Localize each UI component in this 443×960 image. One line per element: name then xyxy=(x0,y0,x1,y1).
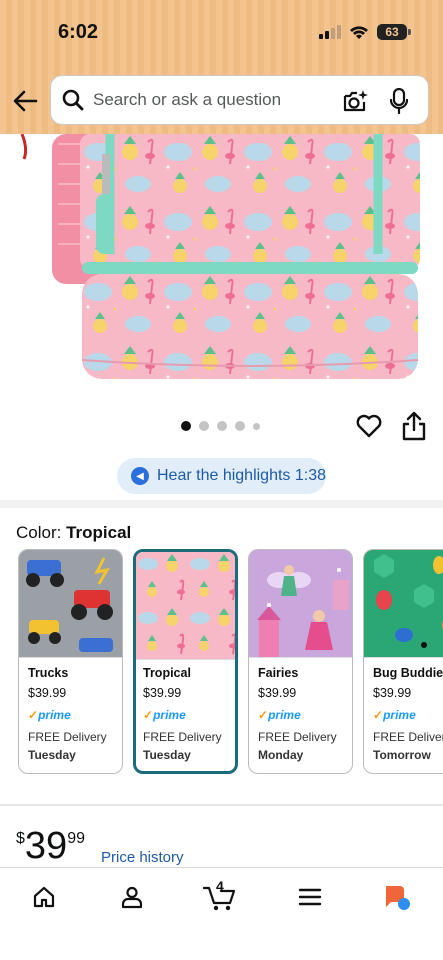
prime-check-icon: ✓ xyxy=(143,708,154,722)
swatch-delivery-day: Tomorrow xyxy=(373,748,431,762)
color-prefix: Color: xyxy=(16,523,67,542)
back-button[interactable] xyxy=(10,86,40,116)
wishlist-button[interactable] xyxy=(355,412,383,440)
back-arrow-icon xyxy=(13,90,38,112)
color-swatch-list: Trucks $39.99 ✓prime FREE Delivery Tuesd… xyxy=(18,549,443,774)
swatch-delivery: FREE Delivery xyxy=(143,730,222,744)
person-icon xyxy=(121,886,143,909)
wifi-icon xyxy=(350,25,368,39)
swatch-delivery: FREE Delivery xyxy=(258,730,337,744)
prime-label: prime xyxy=(38,708,71,722)
swatch-thumbnail xyxy=(19,550,122,658)
search-bar[interactable] xyxy=(50,75,429,125)
app-header: 6:02 63 xyxy=(0,0,443,134)
swatch-name: Tropical xyxy=(143,666,191,680)
signal-icon xyxy=(319,25,341,39)
battery-icon: 63 xyxy=(377,24,411,40)
section-divider xyxy=(0,804,443,806)
swatch-name: Fairies xyxy=(258,666,299,680)
nav-menu[interactable] xyxy=(293,880,327,914)
camera-sparkle-icon xyxy=(343,90,368,112)
swatch-price: $39.99 xyxy=(258,686,297,700)
carousel-dot[interactable] xyxy=(235,421,245,431)
prime-label: prime xyxy=(153,708,186,722)
heart-icon xyxy=(356,414,382,438)
share-icon xyxy=(402,411,426,441)
swatch-price: $39.99 xyxy=(143,686,182,700)
swatch-tropical[interactable]: Tropical $39.99 ✓prime FREE Delivery Tue… xyxy=(133,549,238,774)
swatch-name: Trucks xyxy=(28,666,69,680)
prime-badge: ✓prime xyxy=(373,708,443,722)
prime-badge: ✓prime xyxy=(28,708,113,722)
prime-badge: ✓prime xyxy=(143,708,228,722)
nav-rufus[interactable] xyxy=(380,880,414,914)
swatch-price: $39.99 xyxy=(28,686,67,700)
swatch-name: Bug Buddies xyxy=(373,666,443,680)
price-display: $ 39 99 xyxy=(16,826,85,866)
swatch-delivery: FREE Delivery xyxy=(373,730,443,744)
swatch-delivery-day: Monday xyxy=(258,748,304,762)
hear-highlights-label: Hear the highlights 1:38 xyxy=(157,467,326,484)
nav-home[interactable] xyxy=(27,880,61,914)
product-image[interactable] xyxy=(0,134,443,392)
prime-check-icon: ✓ xyxy=(28,708,39,722)
nav-cart[interactable]: 4 xyxy=(202,878,236,914)
voice-search-button[interactable] xyxy=(386,88,412,114)
swatch-thumbnail xyxy=(364,550,443,658)
color-label: Color: Tropical xyxy=(16,523,131,543)
swatch-trucks[interactable]: Trucks $39.99 ✓prime FREE Delivery Tuesd… xyxy=(18,549,123,774)
home-icon xyxy=(33,886,55,908)
swatch-delivery: FREE Delivery xyxy=(28,730,107,744)
cart-count-badge: 4 xyxy=(216,878,224,894)
status-icons: 63 xyxy=(319,24,411,40)
swatch-thumbnail xyxy=(249,550,352,658)
prime-label: prime xyxy=(268,708,301,722)
share-button[interactable] xyxy=(401,411,427,441)
product-page: 6:02 63 Search or ask a question ◀ Hear … xyxy=(0,0,443,960)
nav-account[interactable] xyxy=(115,880,149,914)
audio-play-icon: ◀ xyxy=(131,467,149,485)
price-fraction: 99 xyxy=(67,830,85,847)
price-history-link[interactable]: Price history xyxy=(101,849,184,866)
status-time: 6:02 xyxy=(58,21,99,43)
carousel-dot[interactable] xyxy=(199,421,209,431)
prime-check-icon: ✓ xyxy=(258,708,269,722)
menu-icon xyxy=(298,888,322,906)
carousel-dot[interactable] xyxy=(253,422,260,430)
search-input[interactable] xyxy=(93,90,328,110)
prime-label: prime xyxy=(383,708,416,722)
search-icon xyxy=(61,88,85,112)
price-currency: $ xyxy=(16,830,25,847)
carousel-dot[interactable] xyxy=(217,421,227,431)
swatch-bug-buddies[interactable]: Bug Buddies $39.99 ✓prime FREE Delivery … xyxy=(363,549,443,774)
rufus-assistant-icon xyxy=(386,886,410,910)
swatch-fairies[interactable]: Fairies $39.99 ✓prime FREE Delivery Mond… xyxy=(248,549,353,774)
camera-search-button[interactable] xyxy=(342,88,368,114)
hear-highlights-button[interactable]: ◀ Hear the highlights 1:38 xyxy=(117,458,326,494)
prime-check-icon: ✓ xyxy=(373,708,384,722)
swatch-price: $39.99 xyxy=(373,686,412,700)
carousel-dots[interactable] xyxy=(181,421,260,431)
section-divider xyxy=(0,500,443,508)
swatch-thumbnail xyxy=(136,552,235,660)
microphone-icon xyxy=(389,88,409,114)
price-whole: 39 xyxy=(24,825,68,867)
battery-level: 63 xyxy=(385,25,399,39)
prime-badge: ✓prime xyxy=(258,708,343,722)
swatch-delivery-day: Tuesday xyxy=(28,748,76,762)
swatch-delivery-day: Tuesday xyxy=(143,748,191,762)
selected-color-name: Tropical xyxy=(66,523,132,542)
lunch-bag-illustration xyxy=(0,134,443,392)
carousel-dot[interactable] xyxy=(181,421,191,431)
bottom-navigation: 4 xyxy=(0,867,443,960)
